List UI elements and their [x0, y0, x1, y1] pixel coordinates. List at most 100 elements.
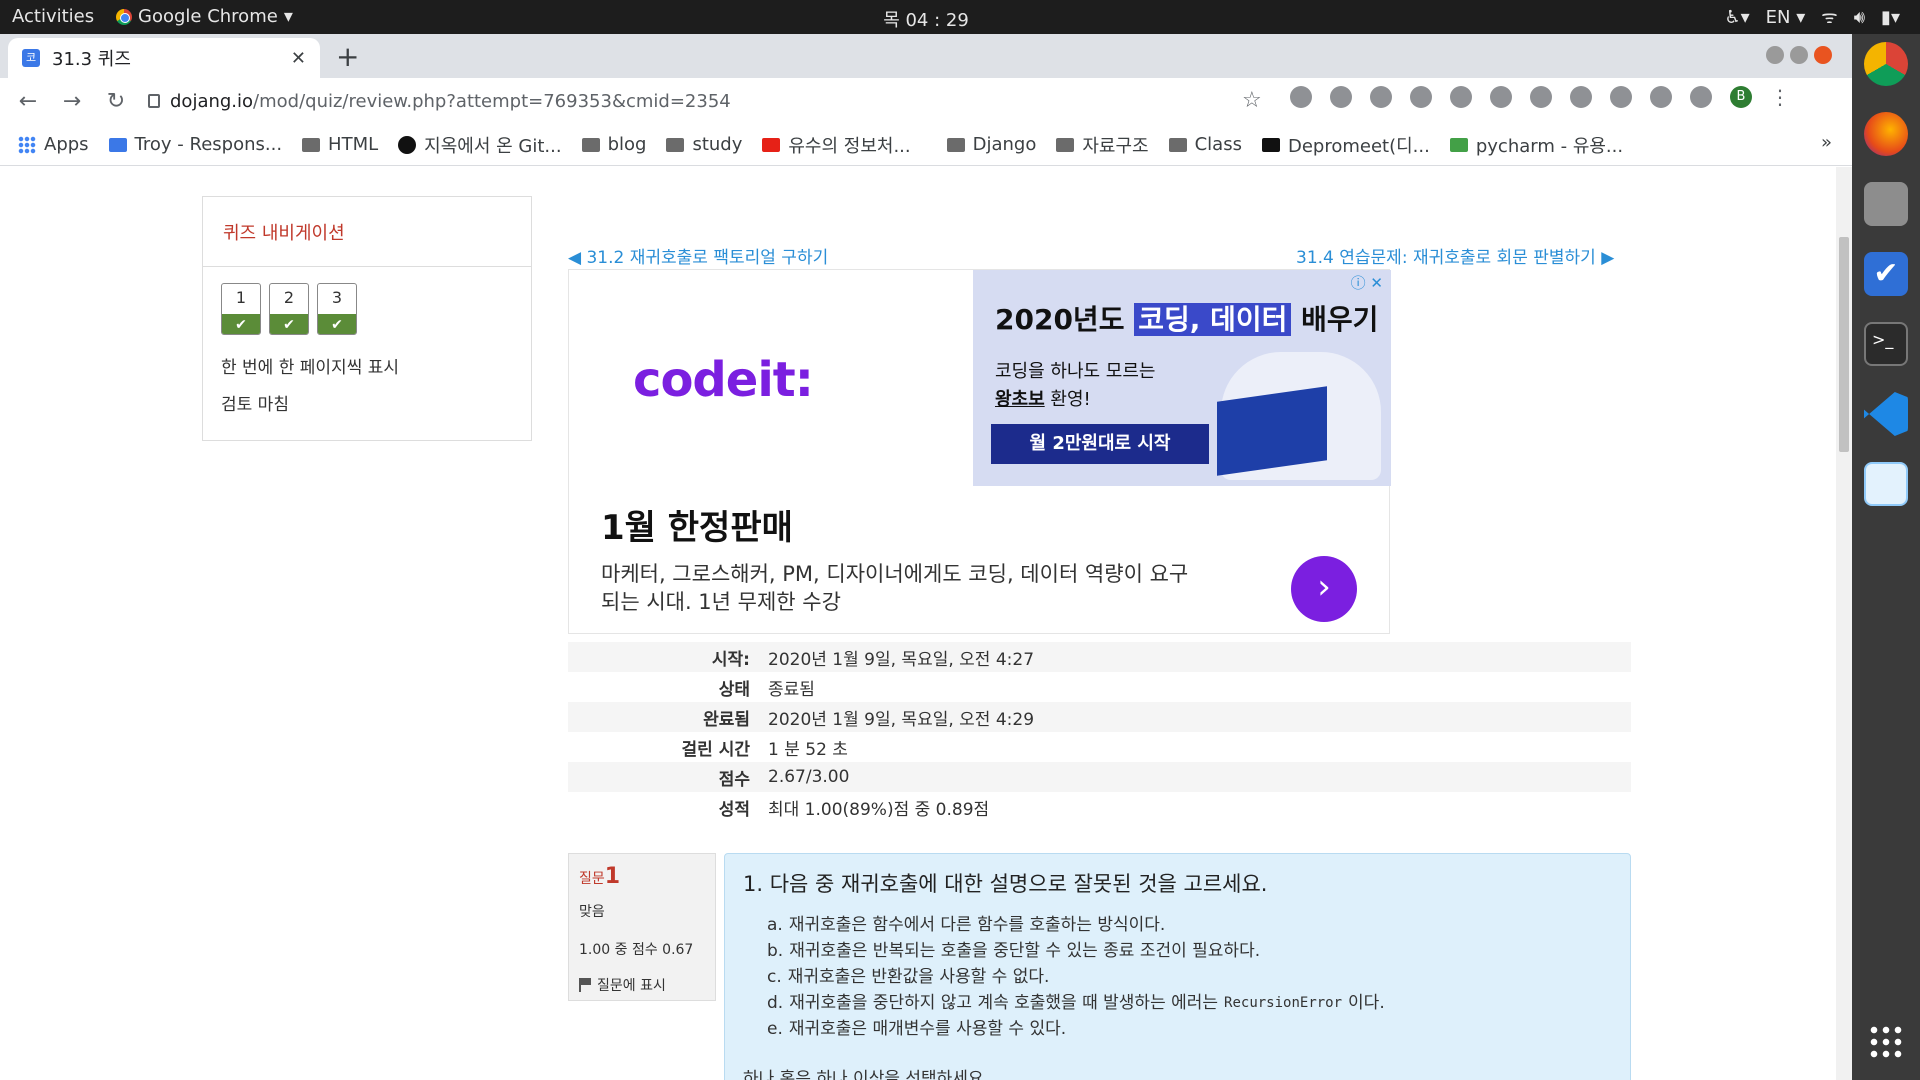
- check-icon: ✔: [270, 314, 308, 334]
- ad-headline: 1월 한정판매: [601, 508, 793, 548]
- show-applications-icon[interactable]: [1868, 1024, 1904, 1060]
- folder-icon: [946, 137, 965, 152]
- next-activity-link[interactable]: 31.4 연습문제: 재귀호출로 회문 판별하기 ▶: [1296, 243, 1614, 268]
- bookmark-item[interactable]: 유수의 정보처...: [762, 132, 911, 158]
- question-number: 질문1: [579, 864, 621, 889]
- terminal-icon[interactable]: >_: [1864, 322, 1908, 366]
- answer-option[interactable]: c. 재귀호출은 반환값을 사용할 수 없다.: [767, 964, 1612, 990]
- address-bar[interactable]: dojang.io/mod/quiz/review.php?attempt=76…: [148, 84, 1228, 118]
- extension-icon[interactable]: [1330, 86, 1352, 108]
- site-icon: [1449, 137, 1468, 152]
- menu-kebab-icon[interactable]: ⋮: [1770, 86, 1790, 108]
- finish-review-link[interactable]: 검토 마침: [221, 390, 289, 415]
- summary-row: 성적 최대 1.00(89%)점 중 0.89점: [718, 799, 990, 820]
- clock[interactable]: 목 04 : 29: [0, 6, 1852, 32]
- answer-option[interactable]: a. 재귀호출은 함수에서 다른 함수를 호출하는 방식이다.: [767, 912, 1612, 938]
- extensions-area: B ⋮: [1290, 86, 1790, 108]
- answer-option[interactable]: e. 재귀호출은 매개변수를 사용할 수 있다.: [767, 1016, 1612, 1042]
- attempt-summary-table: 시작: 2020년 1월 9일, 목요일, 오전 4:27 상태 종료됨 완료됨 20…: [568, 642, 1631, 822]
- browser-toolbar: ← → ↻ dojang.io/mod/quiz/review.php?atte…: [0, 78, 1852, 124]
- forward-button[interactable]: →: [56, 89, 88, 114]
- bookmark-folder[interactable]: blog: [581, 134, 646, 155]
- question-text: 1. 다음 중 재귀호출에 대한 설명으로 잘못된 것을 고르세요.: [743, 872, 1268, 896]
- battery-icon[interactable]: ▮▾: [1881, 7, 1900, 28]
- scrollbar-thumb[interactable]: [1839, 237, 1849, 452]
- extension-icon[interactable]: [1530, 86, 1552, 108]
- folder-icon: [666, 137, 685, 152]
- ad-banner[interactable]: 2020년도 코딩, 데이터 배우기 코딩을 하나도 모르는 왕초보 환영! 월 …: [973, 270, 1391, 486]
- reload-button[interactable]: ↻: [100, 89, 132, 114]
- extension-icon[interactable]: [1370, 86, 1392, 108]
- extension-icon[interactable]: [1610, 86, 1632, 108]
- laptop-illustration: [1217, 386, 1327, 476]
- vscode-icon[interactable]: [1864, 392, 1908, 436]
- volume-icon[interactable]: 🔊︎: [1854, 7, 1865, 28]
- medium-icon: [1261, 137, 1280, 152]
- extension-icon[interactable]: [1410, 86, 1432, 108]
- firefox-icon[interactable]: [1864, 112, 1908, 156]
- tasks-icon[interactable]: ✔: [1864, 252, 1908, 296]
- image-viewer-icon[interactable]: [1864, 462, 1908, 506]
- language-indicator[interactable]: EN ▾: [1766, 7, 1806, 28]
- question-state: 맞음: [579, 904, 605, 920]
- bookmark-item[interactable]: 지옥에서 온 Git...: [398, 132, 562, 158]
- bookmark-folder[interactable]: 자료구조: [1056, 132, 1149, 158]
- back-button[interactable]: ←: [12, 89, 44, 114]
- answer-option[interactable]: b. 재귀호출은 반복되는 호출을 중단할 수 있는 종료 조건이 필요하다.: [767, 938, 1612, 964]
- show-one-page-link[interactable]: 한 번에 한 페이지씩 표시: [221, 353, 399, 378]
- maximize-button[interactable]: [1790, 46, 1808, 64]
- extension-icon[interactable]: [1650, 86, 1672, 108]
- bookmark-folder[interactable]: study: [666, 134, 742, 155]
- extension-icon[interactable]: [1290, 86, 1312, 108]
- summary-row: 상태 종료됨: [718, 679, 815, 700]
- apps-grid-icon: [18, 135, 36, 154]
- site-icon: [108, 137, 127, 152]
- bookmark-folder[interactable]: Class: [1168, 134, 1242, 155]
- bookmark-folder[interactable]: HTML: [302, 134, 378, 155]
- banner-subtext: 코딩을 하나도 모르는 왕초보 환영!: [995, 361, 1156, 410]
- folder-icon: [1168, 137, 1187, 152]
- minimize-button[interactable]: [1766, 46, 1784, 64]
- bookmark-folder[interactable]: Django: [946, 134, 1036, 155]
- new-tab-button[interactable]: +: [336, 40, 359, 73]
- extension-icon[interactable]: [1570, 86, 1592, 108]
- chevron-right-icon[interactable]: ›: [1291, 556, 1357, 622]
- tab-active[interactable]: 코 31.3 퀴즈 ✕: [8, 38, 320, 78]
- system-tray[interactable]: ♿▾ EN ▾ ᯤ 🔊︎ ▮▾: [1724, 5, 1900, 29]
- bookmark-item[interactable]: Troy - Respons...: [108, 134, 282, 155]
- lock-icon[interactable]: [148, 94, 160, 108]
- question-button-2[interactable]: 2 ✔: [269, 283, 309, 335]
- bookmark-star-icon[interactable]: ☆: [1242, 88, 1262, 113]
- files-icon[interactable]: [1864, 182, 1908, 226]
- bookmark-item[interactable]: Depromeet(디...: [1261, 132, 1430, 158]
- bookmarks-bar: Apps Troy - Respons... HTML 지옥에서 온 Git..…: [0, 124, 1852, 166]
- more-bookmarks-icon[interactable]: »: [1821, 132, 1832, 153]
- question-buttons: 1 ✔ 2 ✔ 3 ✔: [221, 283, 357, 335]
- answer-hint: 하나 혹은 하나 이상을 선택하세요.: [743, 1069, 989, 1080]
- extension-icon[interactable]: [1490, 86, 1512, 108]
- answer-option[interactable]: d. 재귀호출을 중단하지 않고 계속 호출했을 때 발생하는 에러는 Recurs…: [767, 990, 1612, 1016]
- extension-icon[interactable]: [1450, 86, 1472, 108]
- question-button-1[interactable]: 1 ✔: [221, 283, 261, 335]
- vertical-scrollbar[interactable]: [1836, 167, 1852, 1080]
- check-icon: ✔: [318, 314, 356, 334]
- page-content: 퀴즈 내비게이션 1 ✔ 2 ✔ 3 ✔ 한 번에 한 페이지씩 표시 검토 마침 ◀…: [0, 167, 1836, 1080]
- banner-cta-button[interactable]: 월 2만원대로 시작: [991, 424, 1209, 464]
- profile-avatar[interactable]: B: [1730, 86, 1752, 108]
- chrome-icon[interactable]: [1864, 42, 1908, 86]
- bookmark-apps[interactable]: Apps: [18, 134, 89, 155]
- extension-icon[interactable]: [1690, 86, 1712, 108]
- question-mark: 1.00 중 점수 0.67: [579, 942, 694, 958]
- flag-question-button[interactable]: 질문에 표시: [579, 975, 705, 995]
- accessibility-icon[interactable]: ♿▾: [1724, 7, 1749, 28]
- close-window-button[interactable]: [1814, 46, 1832, 64]
- prev-activity-link[interactable]: ◀ 31.2 재귀호출로 팩토리얼 구하기: [568, 243, 828, 268]
- close-tab-icon[interactable]: ✕: [291, 48, 306, 69]
- quiz-navigation-block: 퀴즈 내비게이션 1 ✔ 2 ✔ 3 ✔ 한 번에 한 페이지씩 표시 검토 마침: [202, 196, 532, 441]
- advertisement[interactable]: codeit: 2020년도 코딩, 데이터 배우기 코딩을 하나도 모르는 왕초…: [568, 269, 1391, 634]
- wifi-icon[interactable]: ᯤ: [1821, 5, 1837, 29]
- question-button-3[interactable]: 3 ✔: [317, 283, 357, 335]
- tab-strip: 코 31.3 퀴즈 ✕ +: [0, 34, 1852, 78]
- bookmark-item[interactable]: pycharm - 유용...: [1449, 132, 1623, 158]
- ad-close-icon[interactable]: ⓘ ✕: [1351, 272, 1383, 293]
